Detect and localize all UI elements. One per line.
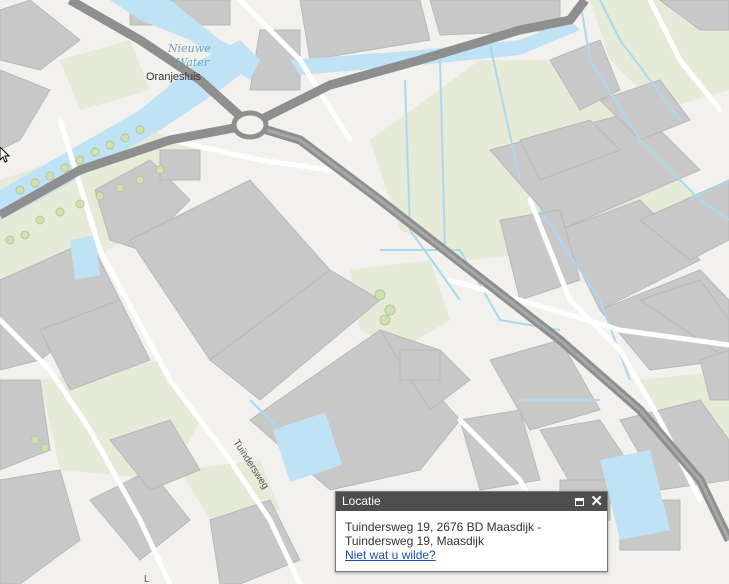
water-label-line2: Water	[176, 56, 210, 69]
close-icon[interactable]: ✕	[590, 492, 603, 511]
place-label: Oranjesluis	[146, 71, 202, 83]
street-label-partial: L	[144, 574, 150, 584]
location-popup[interactable]: Locatie ✕ Tuindersweg 19, 2676 BD Maasdi…	[335, 491, 608, 572]
water-label-line1: Nieuwe	[167, 42, 211, 55]
not-what-you-wanted-link[interactable]: Niet wat u wilde?	[345, 548, 436, 562]
address-line-2: Tuindersweg 19, Maasdijk	[345, 534, 484, 548]
popup-title: Locatie	[342, 494, 381, 508]
popup-header: Locatie ✕	[336, 492, 607, 511]
maximize-icon[interactable]	[575, 497, 585, 506]
address-line-1: Tuindersweg 19, 2676 BD Maasdijk -	[345, 520, 542, 534]
popup-body: Tuindersweg 19, 2676 BD Maasdijk - Tuind…	[336, 511, 607, 562]
map-canvas[interactable]: Nieuwe Water Oranjesluis Tuindersweg L L…	[0, 0, 729, 584]
mouse-cursor-icon	[0, 147, 10, 163]
